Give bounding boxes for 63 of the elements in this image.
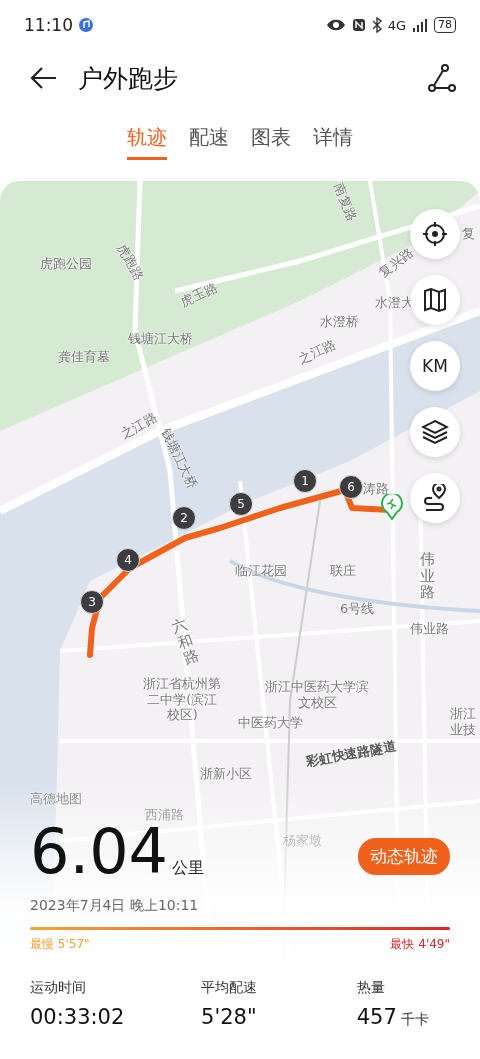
distance-unit: 公里: [172, 858, 205, 877]
map-label: 涛路: [363, 481, 389, 497]
map-label: 杨家墩: [283, 833, 322, 849]
layers-icon: [421, 419, 449, 445]
network-type: 4G: [387, 17, 406, 33]
km-marker: 3: [80, 590, 104, 614]
status-time: 11:10: [24, 15, 73, 35]
map-label: 之江路: [296, 336, 338, 368]
back-button[interactable]: [30, 66, 58, 90]
km-marker: 6: [339, 475, 363, 499]
layers-button[interactable]: [410, 407, 460, 457]
bluetooth-icon: [371, 17, 382, 33]
tab[interactable]: 图表: [251, 124, 291, 160]
stat-label: 热量: [356, 979, 386, 997]
map-label: 虎玉路: [178, 279, 220, 311]
page-title: 户外跑步: [78, 62, 179, 95]
map-label: 南复路: [330, 181, 360, 223]
map-label: 浙江中医药大学滨文校区: [265, 679, 369, 711]
map-icon: [423, 287, 447, 313]
eye-icon: [325, 19, 346, 31]
map-label: 6号线: [340, 601, 375, 617]
map-label: 浙新小区: [200, 766, 252, 782]
map-label: 联庄: [330, 563, 356, 579]
map-label: 伟业路: [410, 621, 449, 637]
route-pin-icon: [422, 484, 448, 512]
nfc-icon: [351, 18, 366, 32]
map-label: 中医药大学: [238, 715, 303, 731]
tab[interactable]: 配速: [189, 124, 229, 160]
map-label: 虎跑路: [114, 241, 147, 283]
map-label: 龚佳育墓: [58, 349, 110, 365]
stat-value: 00:33:02: [30, 1005, 125, 1029]
slowest-pace: 最慢 5'57": [30, 936, 90, 953]
map-label: 西浦路: [145, 807, 184, 823]
map-label: 复兴路: [376, 245, 417, 282]
stat-label: 平均配速: [201, 979, 259, 997]
map-label: 伟业路: [420, 551, 435, 601]
map-label: 彩虹快速路隧道: [305, 738, 398, 770]
map-label: 水澄桥: [320, 314, 359, 330]
map-label: 高德地图: [30, 791, 82, 807]
map-label: 钱塘江大桥: [128, 331, 193, 347]
km-marker: 1: [293, 469, 317, 493]
map-label: 钱塘江大桥: [158, 426, 201, 492]
map-label: 浙江省杭州第二中学(滨江校区): [142, 676, 223, 723]
stat-unit: 千卡: [400, 1011, 429, 1027]
stat-value: 457: [356, 1005, 397, 1029]
battery-level: 78: [434, 17, 456, 33]
stat-value: 5'28": [201, 1005, 257, 1029]
locate-icon: [422, 221, 448, 247]
map-button[interactable]: [410, 275, 460, 325]
map-label: 浙江业技: [450, 706, 476, 738]
route-button[interactable]: [410, 473, 460, 523]
start-runner-icon: [381, 494, 403, 520]
map-label: 复: [462, 226, 475, 242]
map-label: 之江路: [118, 409, 160, 443]
tab[interactable]: 详情: [313, 124, 353, 160]
map-label: 虎跑公园: [40, 256, 92, 272]
stat-label: 运动时间: [30, 979, 87, 997]
fastest-pace: 最快 4'49": [390, 936, 450, 953]
map-label: 临江花园: [235, 563, 287, 579]
share-route-button[interactable]: [428, 64, 456, 92]
workout-date: 2023年7月4日 晚上10:11: [30, 897, 200, 915]
signal-icon: [412, 18, 428, 32]
map-label: 六和路: [170, 615, 202, 668]
